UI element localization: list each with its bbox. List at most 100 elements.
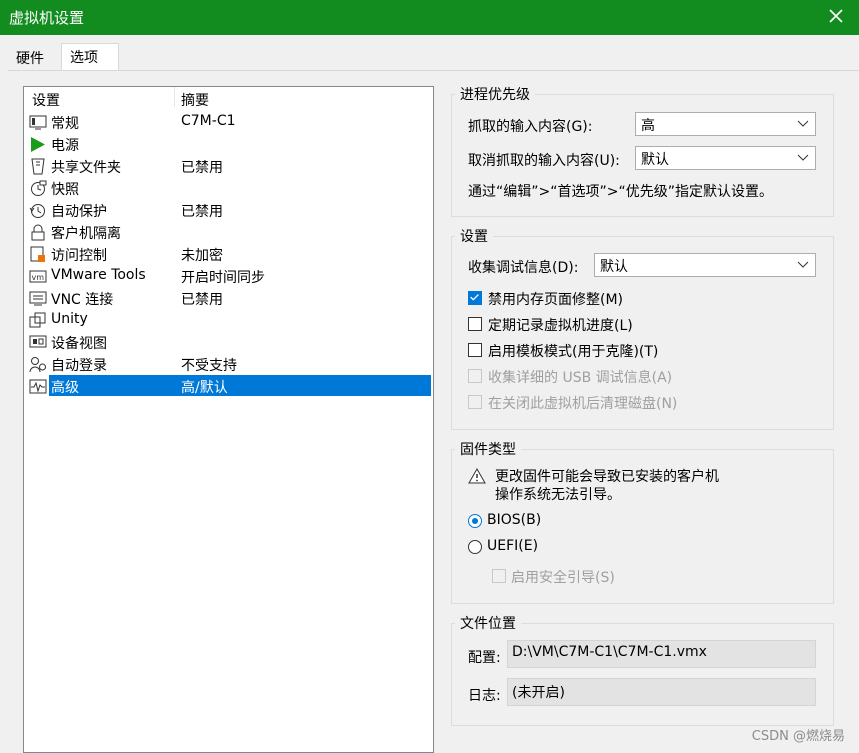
title-bar: 虚拟机设置 (0, 0, 859, 35)
log-path-field[interactable]: (未开启) (507, 678, 816, 706)
autoprotect-icon (29, 204, 45, 218)
warning-icon (468, 468, 486, 484)
bios-label[interactable]: BIOS(B) (487, 512, 541, 528)
firmware-warning-line1: 更改固件可能会导致已安装的客户机 (495, 469, 719, 485)
window-title: 虚拟机设置 (9, 9, 85, 27)
access-control-icon (30, 246, 45, 262)
shared-folder-icon (31, 158, 45, 175)
list-item-summary: 未加密 (181, 248, 223, 264)
file-location-group-title: 文件位置 (455, 613, 521, 633)
config-path-value: D:\VM\C7M-C1\C7M-C1.vmx (512, 644, 707, 660)
list-item-guest-isolation[interactable]: 客户机隔离 (24, 221, 431, 243)
usb-debug-checkbox (468, 369, 482, 383)
list-item-summary: C7M-C1 (181, 113, 236, 129)
tab-hardware[interactable]: 硬件 (8, 47, 52, 71)
column-summary[interactable]: 摘要 (181, 90, 209, 110)
priority-note: 通过“编辑”>“首选项”>“优先级”指定默认设置。 (468, 184, 773, 200)
list-item-name: 访问控制 (51, 248, 107, 264)
priority-group-title: 进程优先级 (455, 84, 535, 104)
svg-text:vm: vm (32, 273, 45, 282)
list-item-summary: 已禁用 (181, 292, 223, 308)
grabbed-input-label: 抓取的输入内容(G): (468, 119, 593, 135)
ungrabbed-input-label: 取消抓取的输入内容(U): (468, 153, 620, 169)
file-location-group (451, 623, 834, 726)
list-item-vmware-tools[interactable]: vm VMware Tools 开启时间同步 (24, 265, 431, 287)
list-item-name: 共享文件夹 (51, 160, 121, 176)
clean-disk-checkbox (468, 395, 482, 409)
bios-radio[interactable] (468, 514, 482, 528)
list-item-name: VMware Tools (51, 267, 146, 283)
general-icon (29, 115, 47, 130)
list-item-shared-folders[interactable]: 共享文件夹 已禁用 (24, 155, 431, 177)
config-path-field[interactable]: D:\VM\C7M-C1\C7M-C1.vmx (507, 640, 816, 668)
uefi-label[interactable]: UEFI(E) (487, 538, 538, 554)
column-divider[interactable] (174, 87, 175, 107)
checkmark-icon (470, 294, 479, 301)
chevron-down-icon (797, 154, 809, 161)
disable-memory-trim-label[interactable]: 禁用内存页面修整(M) (488, 289, 623, 309)
tab-options[interactable]: 选项 (61, 43, 119, 72)
advanced-icon (29, 379, 47, 394)
list-item-name: 快照 (51, 182, 79, 198)
list-item-name: 高级 (51, 380, 79, 396)
list-header: 设置 摘要 (24, 87, 433, 111)
list-item-name: 自动保护 (51, 204, 107, 220)
list-item-device-view[interactable]: 设备视图 (24, 331, 431, 353)
grabbed-input-value: 高 (641, 118, 655, 134)
debug-info-label: 收集调试信息(D): (468, 260, 579, 276)
selection-highlight (49, 375, 431, 396)
log-label: 日志: (468, 688, 501, 704)
close-icon[interactable] (825, 5, 847, 27)
clean-disk-label: 在关闭此虚拟机后清理磁盘(N) (488, 396, 678, 412)
power-icon (31, 137, 45, 152)
autologin-icon (29, 357, 46, 373)
list-item-name: VNC 连接 (51, 292, 114, 308)
grabbed-input-select[interactable]: 高 (635, 112, 816, 136)
firmware-warning-line2: 操作系统无法引导。 (495, 487, 621, 503)
uefi-radio[interactable] (468, 540, 482, 554)
usb-debug-label: 收集详细的 USB 调试信息(A) (488, 370, 673, 386)
log-progress-label[interactable]: 定期记录虚拟机进度(L) (488, 315, 633, 335)
list-item-summary: 已禁用 (181, 160, 223, 176)
list-item-name: 客户机隔离 (51, 226, 121, 242)
list-item-unity[interactable]: Unity (24, 309, 431, 331)
watermark: CSDN @燃烧易 (751, 729, 845, 744)
log-progress-checkbox[interactable] (468, 317, 482, 331)
list-item-name: 电源 (51, 138, 79, 154)
list-item-snapshots[interactable]: 快照 (24, 177, 431, 199)
list-item-autoprotect[interactable]: 自动保护 已禁用 (24, 199, 431, 221)
list-item-summary: 已禁用 (181, 204, 223, 220)
disable-memory-trim-checkbox[interactable] (468, 291, 482, 305)
list-item-general[interactable]: 常规 C7M-C1 (24, 111, 431, 133)
list-item-summary: 开启时间同步 (181, 270, 265, 286)
list-item-name: 自动登录 (51, 358, 107, 374)
list-item-autologin[interactable]: 自动登录 不受支持 (24, 353, 431, 375)
ungrabbed-input-select[interactable]: 默认 (635, 146, 816, 170)
lock-icon (31, 224, 45, 241)
settings-group-title: 设置 (455, 226, 493, 246)
list-item-power[interactable]: 电源 (24, 133, 431, 155)
list-item-vnc[interactable]: VNC 连接 已禁用 (24, 287, 431, 309)
ungrabbed-input-value: 默认 (641, 152, 669, 168)
debug-info-select[interactable]: 默认 (594, 253, 816, 277)
settings-list[interactable]: 设置 摘要 常规 C7M-C1 电源 共享文件夹 已禁用 快照 自动保护 已禁用… (23, 86, 434, 753)
template-mode-checkbox[interactable] (468, 343, 482, 357)
template-mode-label[interactable]: 启用模板模式(用于克隆)(T) (488, 341, 658, 361)
unity-icon (29, 312, 46, 328)
snapshot-icon (31, 180, 47, 196)
list-item-name: Unity (51, 311, 88, 327)
list-item-advanced[interactable]: 高级 高/默认 (24, 375, 431, 397)
list-item-access-control[interactable]: 访问控制 未加密 (24, 243, 431, 265)
debug-info-value: 默认 (600, 259, 628, 275)
chevron-down-icon (797, 261, 809, 268)
secure-boot-label: 启用安全引导(S) (511, 570, 615, 586)
column-setting[interactable]: 设置 (32, 90, 60, 110)
vmware-tools-icon: vm (29, 270, 47, 283)
secure-boot-checkbox (492, 569, 506, 583)
tab-bar: 硬件 选项 (0, 35, 859, 72)
list-item-name: 常规 (51, 116, 79, 132)
log-path-value: (未开启) (512, 685, 565, 701)
firmware-group-title: 固件类型 (455, 439, 521, 459)
list-item-summary: 不受支持 (181, 358, 237, 374)
device-view-icon (29, 335, 47, 348)
